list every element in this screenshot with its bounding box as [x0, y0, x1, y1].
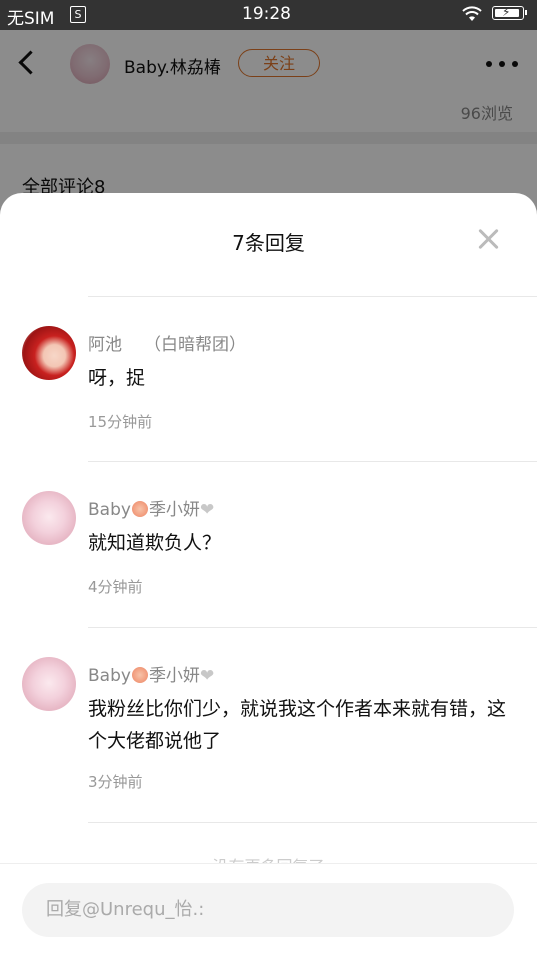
replies-sheet: 7条回复 阿池 （白暗帮团） 呀，捉 15分钟前 Baby 季小妍❤ 就知道欺负人？… — [0, 193, 537, 955]
battery-charging-icon: ⚡ — [492, 5, 527, 20]
sim-badge-icon: S — [70, 6, 86, 23]
clock: 19:28 — [242, 4, 291, 24]
heart-icon: ❤ — [199, 666, 215, 686]
wifi-icon — [462, 6, 482, 21]
avatar[interactable] — [22, 326, 76, 380]
username-text[interactable]: 阿池 — [88, 335, 122, 355]
rose-emoji-icon — [131, 501, 148, 517]
reply-text[interactable]: 呀，捉 — [88, 362, 508, 394]
divider — [88, 822, 537, 823]
heart-icon: ❤ — [199, 500, 215, 520]
group-tag: （白暗帮团） — [144, 335, 246, 355]
reply-time: 4分钟前 — [88, 578, 143, 596]
reply-username[interactable]: Baby 季小妍❤ — [88, 661, 214, 686]
username-suffix[interactable]: 季小妍 — [149, 500, 200, 520]
carrier-label: 无SIM — [7, 9, 55, 29]
rose-emoji-icon — [131, 667, 148, 683]
reply-item: 阿池 （白暗帮团） 呀，捉 15分钟前 — [0, 326, 537, 436]
divider — [88, 461, 537, 462]
status-bar: 无SIM S 19:28 ⚡ — [0, 0, 537, 30]
username-suffix[interactable]: 季小妍 — [149, 666, 200, 686]
username-prefix[interactable]: Baby — [88, 500, 131, 520]
sheet-title: 7条回复 — [232, 231, 305, 255]
avatar[interactable] — [22, 491, 76, 545]
reply-username[interactable]: Baby 季小妍❤ — [88, 495, 214, 520]
reply-username[interactable]: 阿池 （白暗帮团） — [88, 330, 246, 355]
reply-input-bar: 回复@Unrequ_怡.: — [0, 863, 537, 956]
reply-input[interactable]: 回复@Unrequ_怡.: — [22, 883, 514, 937]
avatar[interactable] — [22, 657, 76, 711]
reply-time: 15分钟前 — [88, 413, 153, 431]
divider — [88, 627, 537, 628]
divider — [88, 296, 537, 297]
reply-text[interactable]: 我粉丝比你们少，就说我这个作者本来就有错，这个大佬都说他了 — [88, 693, 508, 757]
reply-item: Baby 季小妍❤ 就知道欺负人？ 4分钟前 — [0, 491, 537, 601]
username-prefix[interactable]: Baby — [88, 666, 131, 686]
reply-time: 3分钟前 — [88, 773, 143, 791]
reply-text[interactable]: 就知道欺负人？ — [88, 527, 508, 559]
reply-item: Baby 季小妍❤ 我粉丝比你们少，就说我这个作者本来就有错，这个大佬都说他了 3… — [0, 657, 537, 797]
bolt-icon: ⚡ — [502, 5, 511, 19]
close-icon[interactable] — [476, 226, 502, 252]
